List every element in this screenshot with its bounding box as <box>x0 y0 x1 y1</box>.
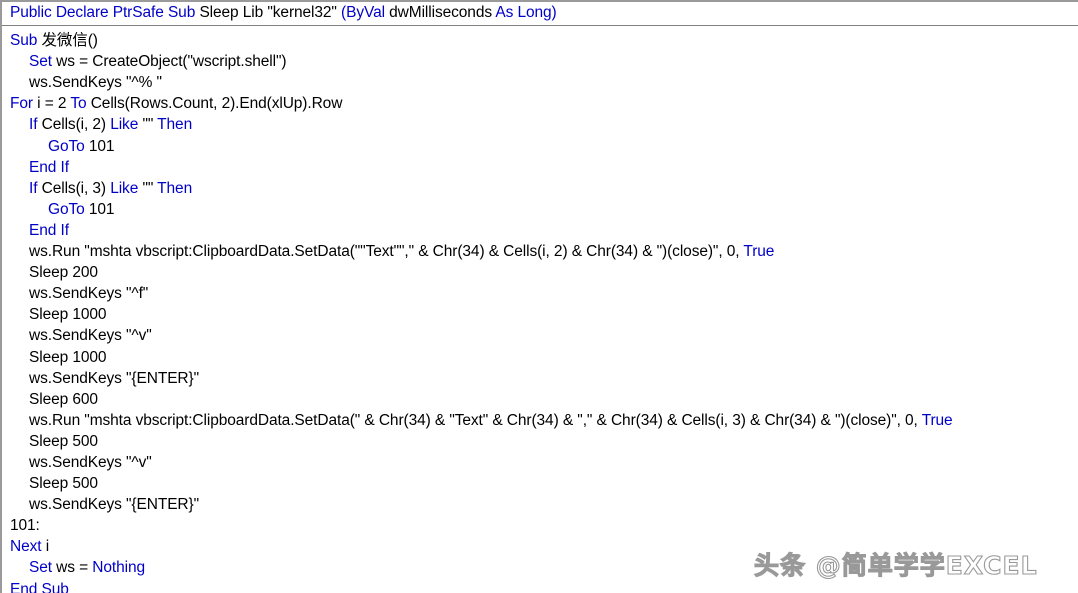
code-line-7[interactable]: If Cells(i, 3) Like "" Then <box>2 178 1078 199</box>
code-keyword-token: Sub <box>10 32 42 50</box>
code-plain-token: i = 2 <box>37 95 71 113</box>
code-line-19[interactable]: Sleep 500 <box>2 431 1078 452</box>
code-keyword-token: Like <box>110 116 143 134</box>
code-line-18[interactable]: ws.Run "mshta vbscript:ClipboardData.Set… <box>2 410 1078 431</box>
code-keyword-token: Set <box>29 559 57 577</box>
code-keyword-token: GoTo <box>48 200 89 218</box>
code-plain-token: Sleep 200 <box>29 264 98 282</box>
code-keyword-token: As Long) <box>495 4 557 21</box>
code-plain-token: "" <box>142 116 158 134</box>
code-line-23[interactable]: 101: <box>2 515 1078 536</box>
code-line-14[interactable]: ws.SendKeys "^v" <box>2 325 1078 346</box>
code-plain-token: ws.SendKeys "{ENTER}" <box>29 496 200 514</box>
code-plain-token: Sleep 1000 <box>29 348 107 366</box>
procedure-separator-rule <box>2 25 1078 27</box>
code-plain-token: ws.SendKeys "^v" <box>29 453 152 471</box>
code-line-5[interactable]: GoTo 101 <box>2 136 1078 157</box>
code-plain-token: 101 <box>88 200 115 218</box>
code-keyword-token: For <box>10 95 38 113</box>
code-line-1[interactable]: Set ws = CreateObject("wscript.shell") <box>2 51 1078 72</box>
code-keyword-token: Next <box>10 538 46 556</box>
code-line-15[interactable]: Sleep 1000 <box>2 347 1078 368</box>
code-plain-token: dwMilliseconds <box>389 4 496 21</box>
code-plain-token: ws = <box>56 559 93 577</box>
code-line-declaration[interactable]: Public Declare PtrSafe Sub Sleep Lib "ke… <box>2 2 1078 23</box>
code-plain-token: 发微信() <box>41 32 98 50</box>
code-keyword-token: End If <box>29 158 69 176</box>
code-keyword-token: GoTo <box>48 137 89 155</box>
code-keyword-token: Set <box>29 53 57 71</box>
code-plain-token: Cells(i, 2) <box>41 116 111 134</box>
code-keyword-token: End Sub <box>10 580 69 593</box>
code-keyword-token: Then <box>157 179 193 197</box>
code-plain-token: 101: <box>10 517 40 535</box>
code-line-13[interactable]: Sleep 1000 <box>2 304 1078 325</box>
watermark-text: 头条 @简单学学EXCEL <box>753 550 1038 580</box>
code-plain-token: Sleep 1000 <box>29 306 107 324</box>
code-plain-token: ws.SendKeys "{ENTER}" <box>29 369 200 387</box>
code-plain-token: ws.Run "mshta vbscript:ClipboardData.Set… <box>29 243 744 261</box>
code-plain-token: Cells(Rows.Count, 2).End(xlUp).Row <box>90 95 343 113</box>
code-keyword-token: (ByVal <box>341 4 390 21</box>
code-plain-token: 101 <box>88 137 115 155</box>
code-plain-token: Sleep 600 <box>29 390 98 408</box>
code-keyword-token: If <box>29 116 42 134</box>
code-line-21[interactable]: Sleep 500 <box>2 473 1078 494</box>
code-plain-token: ws.Run "mshta vbscript:ClipboardData.Set… <box>29 411 922 429</box>
code-plain-token: Cells(i, 3) <box>41 179 111 197</box>
code-keyword-token: True <box>921 411 953 429</box>
module-declaration-block: Public Declare PtrSafe Sub Sleep Lib "ke… <box>2 2 1078 23</box>
code-line-16[interactable]: ws.SendKeys "{ENTER}" <box>2 368 1078 389</box>
code-line-2[interactable]: ws.SendKeys "^% " <box>2 72 1078 93</box>
code-plain-token: Sleep 500 <box>29 475 98 493</box>
vba-code-editor-window[interactable]: Public Declare PtrSafe Sub Sleep Lib "ke… <box>0 0 1078 593</box>
code-line-22[interactable]: ws.SendKeys "{ENTER}" <box>2 494 1078 515</box>
code-plain-token: Sleep Lib "kernel32" <box>199 4 342 21</box>
code-plain-token: ws.SendKeys "^v" <box>29 327 152 345</box>
code-keyword-token: True <box>743 243 775 261</box>
code-line-20[interactable]: ws.SendKeys "^v" <box>2 452 1078 473</box>
code-plain-token: "" <box>142 179 158 197</box>
code-plain-token: ws.SendKeys "^f" <box>29 285 149 303</box>
code-line-12[interactable]: ws.SendKeys "^f" <box>2 283 1078 304</box>
code-line-10[interactable]: ws.Run "mshta vbscript:ClipboardData.Set… <box>2 241 1078 262</box>
code-plain-token: ws.SendKeys "^% " <box>29 74 162 92</box>
code-keyword-token: If <box>29 179 42 197</box>
code-line-11[interactable]: Sleep 200 <box>2 262 1078 283</box>
code-line-8[interactable]: GoTo 101 <box>2 199 1078 220</box>
procedure-code-area[interactable]: Sub 发微信() Set ws = CreateObject("wscript.… <box>2 28 1078 593</box>
code-keyword-token: Like <box>110 179 143 197</box>
code-plain-token: Sleep 500 <box>29 432 98 450</box>
code-plain-token: i <box>45 538 50 556</box>
code-keyword-token: End If <box>29 221 69 239</box>
code-keyword-token: Public Declare PtrSafe Sub <box>10 4 200 21</box>
code-line-0[interactable]: Sub 发微信() <box>2 30 1078 51</box>
code-line-4[interactable]: If Cells(i, 2) Like "" Then <box>2 114 1078 135</box>
code-keyword-token: Then <box>157 116 193 134</box>
code-keyword-token: Nothing <box>92 559 146 577</box>
code-plain-token: ws = CreateObject("wscript.shell") <box>56 53 287 71</box>
code-keyword-token: To <box>70 95 91 113</box>
code-line-17[interactable]: Sleep 600 <box>2 389 1078 410</box>
code-line-6[interactable]: End If <box>2 157 1078 178</box>
code-line-9[interactable]: End If <box>2 220 1078 241</box>
code-line-3[interactable]: For i = 2 To Cells(Rows.Count, 2).End(xl… <box>2 93 1078 114</box>
